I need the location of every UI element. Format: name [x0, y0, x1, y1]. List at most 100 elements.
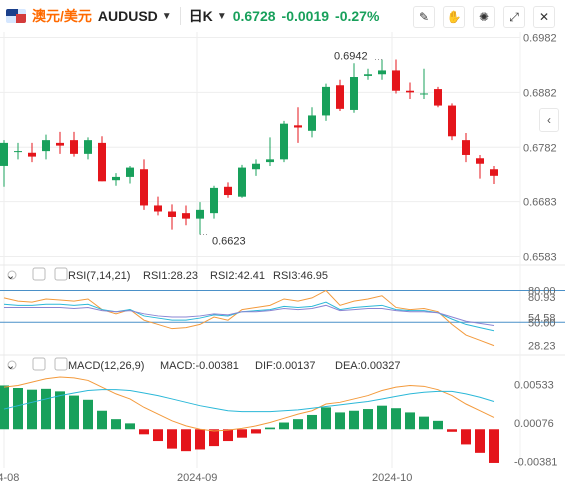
price-tick-label: 0.6782: [523, 142, 557, 154]
candle-body: [476, 158, 484, 164]
candle-body: [196, 209, 204, 219]
macd-bar: [251, 429, 261, 434]
macd-bar: [69, 395, 79, 430]
candle-body: [28, 152, 36, 157]
macd-bar: [83, 399, 93, 430]
rsi-header: ⌄ RSI(7,14,21) RSI1:28.23 RSI2:42.41 RSI…: [6, 267, 328, 282]
macd-settings-icon[interactable]: [32, 357, 46, 371]
candle-body: [112, 176, 120, 181]
rsi-tick-label: 50.00: [528, 317, 556, 329]
macd-bar: [97, 410, 107, 430]
macd-bar: [349, 410, 359, 430]
candle-body: [168, 211, 176, 217]
price-tick-label: 0.6882: [523, 87, 557, 99]
candle-body: [266, 159, 274, 163]
macd-bar: [363, 409, 373, 430]
macd-bar: [489, 429, 499, 463]
candle-body: [462, 140, 470, 155]
macd-bar: [125, 423, 135, 430]
candle-body: [140, 169, 148, 206]
macd-table-icon[interactable]: [54, 357, 68, 371]
candle-body: [350, 77, 358, 110]
candle-body: [84, 140, 92, 154]
candle-body: [280, 123, 288, 160]
rsi-title: RSI(7,14,21): [68, 270, 130, 282]
macd-tick-label: 0.00076: [514, 418, 554, 430]
price-tick-label: 0.6583: [523, 252, 557, 264]
macd-bar: [461, 429, 471, 445]
macd-bar: [27, 389, 37, 430]
candle-body: [434, 89, 442, 106]
macd-bar: [223, 429, 233, 442]
rsi-settings-icon[interactable]: [32, 267, 46, 281]
candle-body: [154, 205, 162, 212]
candle-body: [336, 85, 344, 109]
price-annotation: 0.6942: [334, 50, 368, 62]
macd-bar: [55, 391, 65, 430]
candle-body: [490, 169, 498, 176]
macd-tick-label: 0.00533: [514, 379, 554, 391]
macd-bar: [335, 412, 345, 430]
candle-body: [210, 187, 218, 214]
date-tick-label: 2024-10: [372, 472, 412, 484]
macd-title: MACD(12,26,9): [68, 360, 144, 372]
candle-body: [294, 125, 302, 128]
candle-body: [420, 93, 428, 95]
macd-bar: [265, 427, 275, 430]
date-tick-label: 2024-08: [0, 472, 19, 484]
macd-bar: [41, 388, 51, 430]
candle-body: [322, 86, 330, 116]
macd-eye-icon[interactable]: ⌄: [6, 360, 15, 372]
rsi-eye-icon[interactable]: ⌄: [6, 270, 15, 282]
chart-canvas: 0.6982 0.6882 0.6782 0.6683 0.6583 0.6942 0.6…: [0, 32, 565, 484]
macd-bar: [377, 405, 387, 430]
macd-bar: [0, 385, 9, 430]
macd-bar: [419, 416, 429, 430]
candle-body: [252, 163, 260, 170]
rsi2-value: RSI2:42.41: [210, 270, 265, 282]
macd-bar: [293, 419, 303, 430]
candle-body: [238, 167, 246, 197]
macd-bar: [153, 429, 163, 442]
macd-bar: [167, 429, 177, 449]
candle-body: [0, 142, 8, 166]
rsi-tick-label: 28.23: [528, 340, 556, 352]
macd-bar: [405, 412, 415, 430]
dea-value: DEA:0.00327: [335, 360, 400, 372]
macd-bar: [475, 429, 485, 453]
candle-body: [70, 140, 78, 154]
macd-tick-label: -0.00381: [514, 456, 557, 468]
rsi-table-icon[interactable]: [54, 267, 68, 281]
macd-bar: [433, 420, 443, 430]
candle-body: [392, 70, 400, 91]
candle-body: [14, 151, 22, 153]
macd-bar: [321, 407, 331, 430]
price-tick-label: 0.6683: [523, 197, 557, 209]
candle-body: [182, 213, 190, 219]
rsi-tick-label: 80.93: [528, 292, 556, 304]
candle-body: [308, 115, 316, 131]
dif-value: DIF:0.00137: [255, 360, 316, 372]
price-tick-label: 0.6982: [523, 32, 557, 44]
candle-body: [378, 70, 386, 75]
candle-body: [364, 74, 372, 76]
candle-body: [448, 105, 456, 137]
rsi-line: [3, 301, 495, 332]
candle-body: [126, 167, 134, 177]
price-annotation: 0.6623: [212, 236, 246, 248]
date-tick-label: 2024-09: [177, 472, 217, 484]
macd-bar: [139, 429, 149, 435]
candle-body: [98, 142, 106, 182]
rsi-line: [3, 289, 495, 347]
macd-bar: [13, 388, 23, 430]
macd-bar: [111, 419, 121, 430]
candle-body: [42, 140, 50, 152]
candle-body: [224, 186, 232, 196]
rsi1-value: RSI1:28.23: [143, 270, 198, 282]
macd-header: ⌄ MACD(12,26,9) MACD:-0.00381 DIF:0.0013…: [6, 357, 400, 372]
macd-bar: [279, 422, 289, 430]
macd-bar: [447, 429, 457, 432]
macd-bar: [181, 429, 191, 452]
candle-body: [56, 142, 64, 146]
rsi3-value: RSI3:46.95: [273, 270, 328, 282]
